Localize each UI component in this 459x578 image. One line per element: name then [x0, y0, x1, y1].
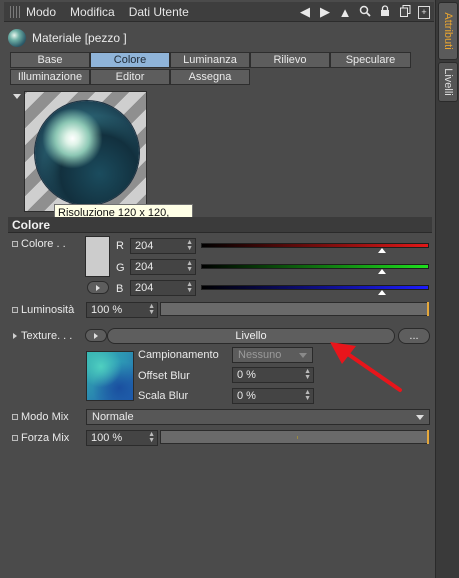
campionamento-label: Campionamento — [138, 349, 219, 361]
menu-modo[interactable]: Modo — [26, 5, 56, 19]
arrow-right-icon[interactable]: ▶ — [318, 4, 332, 20]
channel-b-label: B — [116, 283, 124, 295]
material-icon — [8, 29, 26, 47]
colore-label: Colore . . — [21, 238, 66, 250]
stepper-icon[interactable]: ▲ ▼ — [148, 431, 155, 444]
luminosita-label: Luminosità — [21, 304, 75, 316]
red-arrow-annotation — [330, 342, 402, 392]
offset-blur-label: Offset Blur — [138, 370, 190, 382]
animate-bullet-colore[interactable] — [12, 241, 18, 247]
offset-blur-field[interactable]: 0 % ▲ ▼ — [232, 367, 314, 383]
stepper-icon[interactable]: ▲ ▼ — [148, 303, 155, 316]
forza-mix-field[interactable]: 100 % ▲ ▼ — [86, 430, 158, 446]
tab-assegna[interactable]: Assegna — [170, 69, 250, 85]
luminosita-field[interactable]: 100 % ▲ ▼ — [86, 302, 158, 318]
luminosita-slider[interactable] — [160, 302, 429, 316]
tab-colore[interactable]: Colore — [90, 52, 170, 68]
material-header: Materiale [pezzo ] — [8, 28, 127, 48]
material-title: Materiale [pezzo ] — [32, 31, 127, 45]
grip-handle[interactable] — [10, 5, 20, 18]
campionamento-dropdown[interactable]: Nessuno — [232, 347, 313, 363]
lock-icon[interactable] — [378, 4, 392, 20]
cursor-icon[interactable]: ▲ — [338, 5, 352, 20]
material-preview[interactable] — [24, 91, 147, 212]
slider-end-marker — [427, 302, 429, 316]
stepper-icon[interactable]: ▲ ▼ — [186, 281, 193, 294]
animate-bullet-modo-mix[interactable] — [12, 414, 18, 420]
chevron-down-icon — [416, 415, 424, 420]
stepper-icon[interactable]: ▲ ▼ — [186, 260, 193, 273]
scala-blur-field[interactable]: 0 % ▲ ▼ — [232, 388, 314, 404]
channel-r-label: R — [116, 240, 124, 252]
channel-g-thumb[interactable] — [378, 269, 386, 274]
tab-speculare[interactable]: Speculare — [330, 52, 411, 68]
slider-end-marker — [427, 430, 429, 444]
tab-rilievo[interactable]: Rilievo — [250, 52, 330, 68]
section-colore: Colore — [8, 217, 432, 233]
tab-illuminazione[interactable]: Illuminazione — [10, 69, 90, 85]
channel-g-slider[interactable] — [201, 264, 429, 269]
search-icon[interactable] — [358, 5, 372, 20]
channel-b-field[interactable]: 204 ▲ ▼ — [130, 280, 196, 296]
forza-mix-label: Forza Mix — [21, 432, 70, 444]
menu-icons: ◀ ▶ ▲ + — [298, 4, 430, 20]
copy-icon[interactable] — [398, 4, 412, 20]
color-expand-button[interactable] — [87, 281, 109, 294]
menu-dati-utente[interactable]: Dati Utente — [129, 5, 189, 19]
texture-label: Texture. . . — [21, 330, 73, 342]
preview-sphere — [35, 101, 139, 205]
chevron-down-icon — [299, 353, 307, 358]
animate-bullet-forza-mix[interactable] — [12, 435, 18, 441]
stepper-icon[interactable]: ▲ ▼ — [186, 239, 193, 252]
stepper-icon[interactable]: ▲ ▼ — [304, 368, 311, 381]
channel-r-field[interactable]: 204 ▲ ▼ — [130, 238, 196, 254]
channel-g-label: G — [116, 262, 125, 274]
texture-thumbnail[interactable] — [86, 351, 134, 401]
channel-tabs: Base Colore Luminanza Rilievo Speculare … — [10, 52, 411, 86]
tab-luminanza[interactable]: Luminanza — [170, 52, 250, 68]
scala-blur-label: Scala Blur — [138, 390, 189, 402]
channel-b-slider[interactable] — [201, 285, 429, 290]
attributes-manager: Modo Modifica Dati Utente ◀ ▶ ▲ + Attrib… — [0, 0, 459, 578]
modo-mix-label: Modo Mix — [21, 411, 69, 423]
tab-livelli[interactable]: Livelli — [438, 62, 458, 102]
menu-modifica[interactable]: Modifica — [70, 5, 115, 19]
tab-editor[interactable]: Editor — [90, 69, 170, 85]
channel-r-slider[interactable] — [201, 243, 429, 248]
new-panel-icon[interactable]: + — [418, 5, 430, 19]
color-swatch[interactable] — [85, 236, 110, 277]
channel-b-thumb[interactable] — [378, 290, 386, 295]
stepper-icon[interactable]: ▲ ▼ — [304, 389, 311, 402]
arrow-left-icon[interactable]: ◀ — [298, 4, 312, 20]
modo-mix-dropdown[interactable]: Normale — [86, 409, 430, 425]
texture-expand-icon[interactable] — [13, 333, 17, 339]
menu-bar: Modo Modifica Dati Utente ◀ ▶ ▲ + — [4, 2, 434, 22]
texture-menu-button[interactable] — [85, 329, 107, 342]
side-tab-bar: Attributi Livelli — [435, 0, 459, 578]
animate-bullet-luminosita[interactable] — [12, 307, 18, 313]
channel-r-thumb[interactable] — [378, 248, 386, 253]
forza-mix-slider[interactable] — [160, 430, 429, 444]
tab-base[interactable]: Base — [10, 52, 90, 68]
collapse-preview-icon[interactable] — [13, 94, 21, 99]
channel-g-field[interactable]: 204 ▲ ▼ — [130, 259, 196, 275]
tab-attributi[interactable]: Attributi — [438, 2, 458, 60]
slider-tick — [297, 436, 298, 439]
